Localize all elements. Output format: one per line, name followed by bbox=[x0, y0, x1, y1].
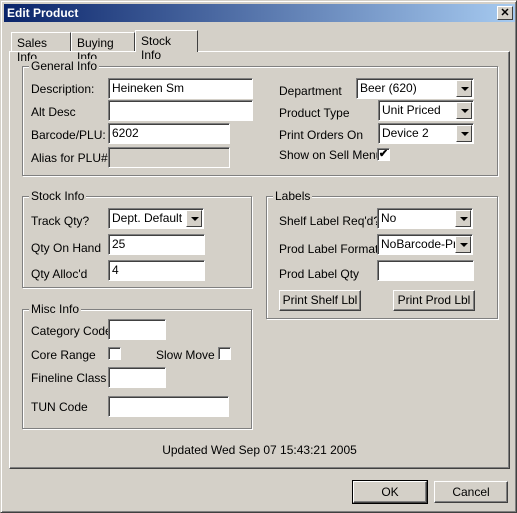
chevron-down-icon[interactable] bbox=[456, 125, 472, 142]
product-type-label: Product Type bbox=[279, 106, 350, 120]
close-button[interactable]: ✕ bbox=[497, 6, 513, 20]
department-value: Beer (620) bbox=[360, 81, 417, 95]
tun-code-field[interactable] bbox=[108, 396, 229, 417]
alt-desc-field[interactable] bbox=[108, 100, 253, 121]
prod-label-qty-label: Prod Label Qty bbox=[279, 267, 360, 281]
slow-move-label: Slow Move bbox=[156, 348, 215, 362]
labels-legend: Labels bbox=[273, 189, 313, 203]
misc-info-group: Misc Info Category Code Core Range Slow … bbox=[22, 302, 252, 429]
shelf-label-reqd-label: Shelf Label Req'd? bbox=[279, 214, 381, 228]
prod-label-qty-field[interactable] bbox=[377, 260, 474, 281]
track-qty-label: Track Qty? bbox=[31, 214, 90, 228]
print-orders-label: Print Orders On bbox=[279, 128, 364, 142]
chevron-down-icon[interactable] bbox=[455, 236, 471, 253]
cancel-button[interactable]: Cancel bbox=[434, 481, 508, 503]
checkmark-icon: ✔ bbox=[378, 148, 389, 160]
category-code-field[interactable] bbox=[108, 319, 166, 340]
product-type-value: Unit Priced bbox=[382, 103, 441, 117]
labels-group: Labels Shelf Label Req'd? No Prod Label … bbox=[266, 189, 498, 319]
qty-on-hand-label: Qty On Hand bbox=[31, 241, 102, 255]
description-label: Description: bbox=[31, 82, 95, 96]
alias-label: Alias for PLU# bbox=[31, 151, 108, 165]
show-on-sell-menu-checkbox[interactable]: ✔ bbox=[377, 148, 390, 161]
category-code-label: Category Code bbox=[31, 324, 112, 338]
chevron-down-icon[interactable] bbox=[186, 210, 202, 227]
qty-allocd-label: Qty Alloc'd bbox=[31, 267, 88, 281]
show-on-sell-menu-label: Show on Sell Menu bbox=[279, 148, 383, 162]
barcode-label: Barcode/PLU: bbox=[31, 128, 106, 142]
qty-allocd-field[interactable]: 4 bbox=[108, 260, 205, 281]
department-select[interactable]: Beer (620) bbox=[356, 78, 474, 99]
edit-product-dialog: Edit Product ✕ Sales Info Buying Info St… bbox=[0, 0, 517, 513]
alt-desc-label: Alt Desc bbox=[31, 105, 76, 119]
chevron-down-icon[interactable] bbox=[455, 210, 471, 227]
stock-info-group: Stock Info Track Qty? Dept. Default Qty … bbox=[22, 189, 252, 288]
close-icon: ✕ bbox=[500, 7, 510, 19]
barcode-field[interactable]: 6202 bbox=[108, 123, 230, 144]
window-title: Edit Product bbox=[7, 6, 79, 20]
chevron-down-icon[interactable] bbox=[456, 102, 472, 119]
print-orders-value: Device 2 bbox=[382, 126, 429, 140]
track-qty-value: Dept. Default bbox=[112, 211, 183, 225]
fineline-class-label: Fineline Class bbox=[31, 371, 107, 385]
product-type-select[interactable]: Unit Priced bbox=[378, 100, 474, 121]
core-range-checkbox[interactable] bbox=[108, 347, 121, 360]
department-label: Department bbox=[279, 84, 342, 98]
fineline-class-field[interactable] bbox=[108, 367, 166, 388]
general-info-group: General Info Description: Heineken Sm Al… bbox=[22, 59, 498, 176]
tab-sales-info[interactable]: Sales Info bbox=[11, 32, 71, 64]
stock-info-legend: Stock Info bbox=[29, 189, 87, 203]
track-qty-select[interactable]: Dept. Default bbox=[108, 208, 204, 229]
prod-label-format-select[interactable]: NoBarcode-Pric bbox=[377, 234, 473, 255]
tab-stock-info[interactable]: Stock Info bbox=[135, 30, 198, 62]
tun-code-label: TUN Code bbox=[31, 400, 88, 414]
prod-label-format-value: NoBarcode-Pric bbox=[381, 237, 466, 251]
slow-move-checkbox[interactable] bbox=[218, 347, 231, 360]
qty-on-hand-field[interactable]: 25 bbox=[108, 234, 205, 255]
ok-button[interactable]: OK bbox=[352, 480, 428, 504]
print-prod-label-button[interactable]: Print Prod Lbl bbox=[393, 290, 475, 311]
alias-field bbox=[108, 147, 230, 168]
description-field[interactable]: Heineken Sm bbox=[108, 78, 253, 99]
print-shelf-label-button[interactable]: Print Shelf Lbl bbox=[279, 290, 361, 311]
stock-info-panel: General Info Description: Heineken Sm Al… bbox=[9, 51, 510, 469]
general-info-legend: General Info bbox=[29, 59, 100, 73]
title-bar: Edit Product ✕ bbox=[4, 4, 515, 22]
chevron-down-icon[interactable] bbox=[456, 80, 472, 97]
core-range-label: Core Range bbox=[31, 348, 96, 362]
shelf-label-reqd-select[interactable]: No bbox=[377, 208, 473, 229]
misc-info-legend: Misc Info bbox=[29, 302, 82, 316]
print-orders-select[interactable]: Device 2 bbox=[378, 123, 474, 144]
shelf-label-reqd-value: No bbox=[381, 211, 397, 225]
updated-timestamp: Updated Wed Sep 07 15:43:21 2005 bbox=[162, 443, 357, 457]
tab-buying-info[interactable]: Buying Info bbox=[71, 32, 135, 64]
prod-label-format-label: Prod Label Format bbox=[279, 242, 379, 256]
